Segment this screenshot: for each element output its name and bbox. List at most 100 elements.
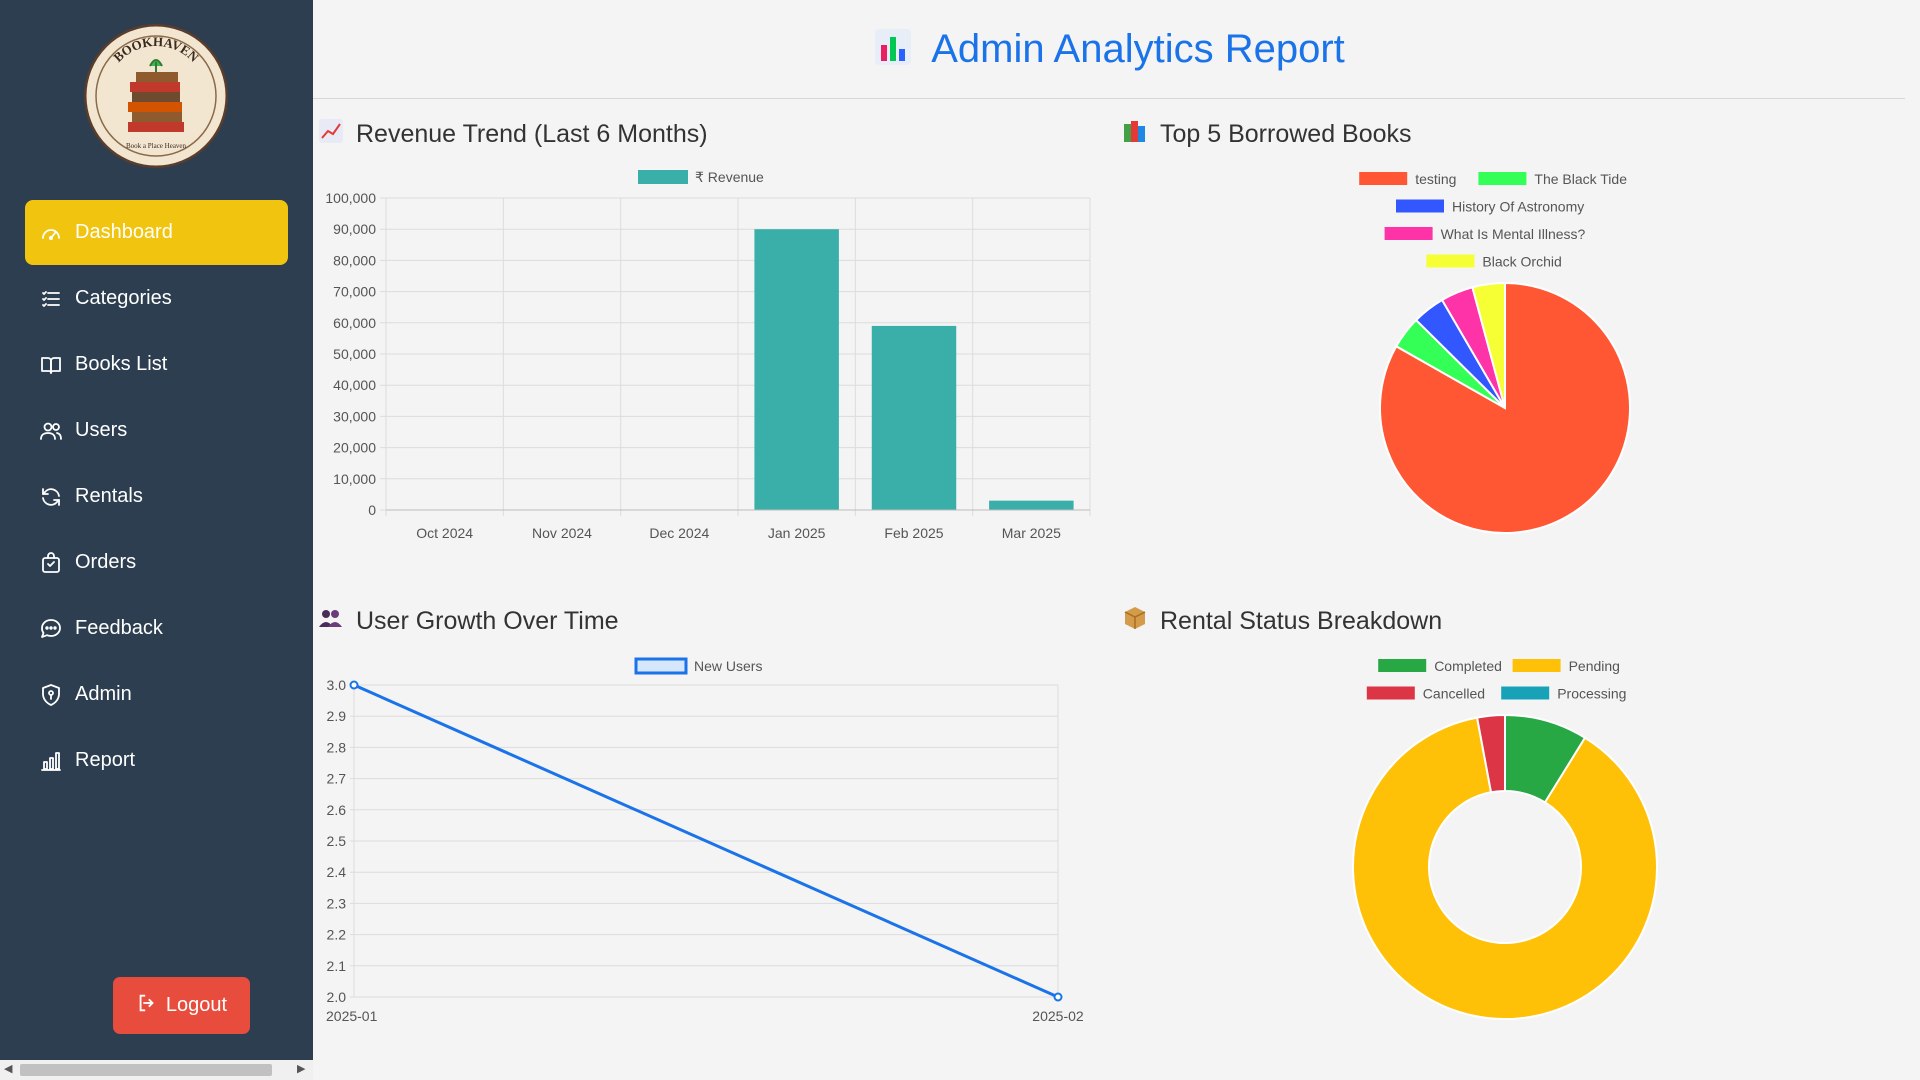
data-point bbox=[1053, 992, 1063, 1002]
bar-chart-emoji-icon bbox=[873, 27, 913, 72]
sidebar-item-orders[interactable]: Orders bbox=[25, 530, 288, 595]
rental-panel: Rental Status Breakdown Completed Pending… bbox=[1122, 605, 1902, 1035]
y-tick-label: 2.7 bbox=[327, 771, 347, 787]
shopping-bag-icon bbox=[39, 551, 63, 575]
legend-label: Pending bbox=[1569, 658, 1620, 674]
legend-swatch bbox=[1366, 686, 1415, 700]
sidebar-item-label: Rentals bbox=[75, 485, 143, 507]
legend-label: The Black Tide bbox=[1534, 171, 1627, 187]
y-tick-label: 2.6 bbox=[327, 802, 347, 818]
scroll-right-arrow-icon[interactable]: ▶ bbox=[297, 1062, 305, 1075]
sidebar-item-label: Categories bbox=[75, 287, 172, 309]
x-tick-label: Dec 2024 bbox=[649, 525, 709, 541]
x-tick-label: 2025-02 bbox=[1032, 1008, 1084, 1024]
bar bbox=[989, 500, 1074, 510]
sidebar-item-admin[interactable]: Admin bbox=[25, 662, 288, 727]
sidebar-item-books-list[interactable]: Books List bbox=[25, 332, 288, 397]
bookhaven-logo[interactable]: BOOKHAVEN Book a Place Heaven bbox=[84, 24, 228, 168]
legend-label: Cancelled bbox=[1423, 686, 1485, 702]
legend-label: Completed bbox=[1434, 658, 1502, 674]
legend-label: What Is Mental Illness? bbox=[1441, 226, 1586, 242]
sidebar: BOOKHAVEN Book a Place Heaven Dashboard C… bbox=[0, 0, 313, 1060]
bar bbox=[754, 229, 839, 510]
revenue-panel: Revenue Trend (Last 6 Months) ₹ Revenue 0… bbox=[318, 118, 1093, 558]
y-tick-label: 100,000 bbox=[325, 190, 376, 206]
borrowed-panel: Top 5 Borrowed Books testing The Black Ti… bbox=[1122, 118, 1902, 558]
y-tick-label: 0 bbox=[368, 502, 376, 518]
page-header: Admin Analytics Report bbox=[313, 0, 1905, 99]
legend-label: History Of Astronomy bbox=[1452, 199, 1584, 215]
y-tick-label: 40,000 bbox=[333, 377, 376, 393]
legend-swatch bbox=[1396, 199, 1444, 213]
y-tick-label: 90,000 bbox=[333, 221, 376, 237]
list-icon bbox=[39, 287, 63, 311]
sidebar-item-label: Books List bbox=[75, 353, 168, 375]
legend-swatch bbox=[1478, 172, 1527, 185]
user-growth-line-chart: New Users 2.0 2.1 2.2 2.3 2.4 2.5 2.6 2.7 2.8 2.9 3… bbox=[326, 657, 1084, 1024]
sidebar-item-label: Orders bbox=[75, 551, 137, 573]
sidebar-horizontal-scrollbar[interactable]: ◀ ▶ bbox=[0, 1060, 313, 1080]
logout-icon bbox=[136, 992, 158, 1020]
y-tick-label: 80,000 bbox=[333, 252, 376, 268]
y-tick-label: 10,000 bbox=[333, 471, 376, 487]
y-tick-label: 50,000 bbox=[333, 346, 376, 362]
gauge-icon bbox=[39, 221, 63, 245]
data-point bbox=[349, 680, 359, 690]
users-panel: User Growth Over Time New Users 2.0 2.1 2.2… bbox=[318, 605, 1093, 1035]
legend-swatch bbox=[1378, 659, 1427, 672]
legend-swatch bbox=[634, 657, 688, 675]
sidebar-item-label: Feedback bbox=[75, 617, 163, 639]
bar-chart-icon bbox=[39, 749, 63, 773]
sidebar-item-feedback[interactable]: Feedback bbox=[25, 596, 288, 661]
rental-status-doughnut-chart: Completed Pending Cancelled Processing bbox=[1352, 658, 1658, 1020]
sidebar-item-dashboard[interactable]: Dashboard bbox=[25, 200, 288, 265]
y-tick-label: 2.0 bbox=[327, 989, 347, 1005]
legend-swatch bbox=[1512, 659, 1561, 672]
scrollbar-thumb[interactable] bbox=[20, 1064, 272, 1076]
y-tick-label: 2.5 bbox=[327, 833, 347, 849]
sidebar-item-label: Admin bbox=[75, 683, 132, 705]
sidebar-nav: Dashboard Categories Books List Users Rental… bbox=[25, 200, 288, 794]
x-tick-label: Oct 2024 bbox=[416, 525, 473, 541]
legend-label: Processing bbox=[1557, 686, 1626, 702]
book-open-icon bbox=[39, 353, 63, 377]
y-tick-label: 30,000 bbox=[333, 408, 376, 424]
page-title: Admin Analytics Report bbox=[931, 26, 1345, 71]
y-tick-label: 2.2 bbox=[327, 927, 347, 943]
sidebar-item-rentals[interactable]: Rentals bbox=[25, 464, 288, 529]
y-tick-label: 2.8 bbox=[327, 739, 347, 755]
bar bbox=[871, 325, 957, 510]
scroll-left-arrow-icon[interactable]: ◀ bbox=[4, 1062, 12, 1075]
legend-swatch bbox=[1501, 686, 1550, 700]
legend-swatch bbox=[1426, 254, 1475, 268]
x-tick-label: Jan 2025 bbox=[768, 525, 826, 541]
legend-swatch bbox=[1359, 172, 1408, 185]
legend-label: ₹ Revenue bbox=[695, 169, 764, 185]
x-tick-label: Nov 2024 bbox=[532, 525, 592, 541]
logo-subtext: Book a Place Heaven bbox=[126, 142, 187, 150]
sidebar-item-label: Users bbox=[75, 419, 128, 441]
sidebar-item-label: Report bbox=[75, 749, 136, 771]
y-tick-label: 2.3 bbox=[327, 895, 347, 911]
x-tick-label: Mar 2025 bbox=[1002, 525, 1061, 541]
logout-label: Logout bbox=[165, 994, 228, 1016]
y-tick-label: 70,000 bbox=[333, 284, 376, 300]
refresh-icon bbox=[39, 485, 63, 509]
sidebar-item-users[interactable]: Users bbox=[25, 398, 288, 463]
x-tick-label: 2025-01 bbox=[326, 1008, 378, 1024]
logout-button[interactable]: Logout bbox=[113, 977, 250, 1034]
x-tick-label: Feb 2025 bbox=[884, 525, 943, 541]
legend-swatch bbox=[1384, 227, 1433, 240]
sidebar-item-report[interactable]: Report bbox=[25, 728, 288, 793]
sidebar-item-categories[interactable]: Categories bbox=[25, 266, 288, 331]
y-tick-label: 2.4 bbox=[327, 864, 347, 880]
chat-icon bbox=[39, 617, 63, 641]
revenue-bar-chart: ₹ Revenue 0 10,000 20,000 30,000 40,000 50,000… bbox=[325, 169, 1091, 541]
legend-label: New Users bbox=[694, 658, 762, 674]
sidebar-item-label: Dashboard bbox=[75, 221, 173, 243]
shield-icon bbox=[39, 683, 63, 707]
users-icon bbox=[39, 419, 63, 443]
legend-label: testing bbox=[1415, 171, 1456, 187]
y-tick-label: 2.1 bbox=[327, 958, 347, 974]
y-tick-label: 2.9 bbox=[327, 708, 347, 724]
